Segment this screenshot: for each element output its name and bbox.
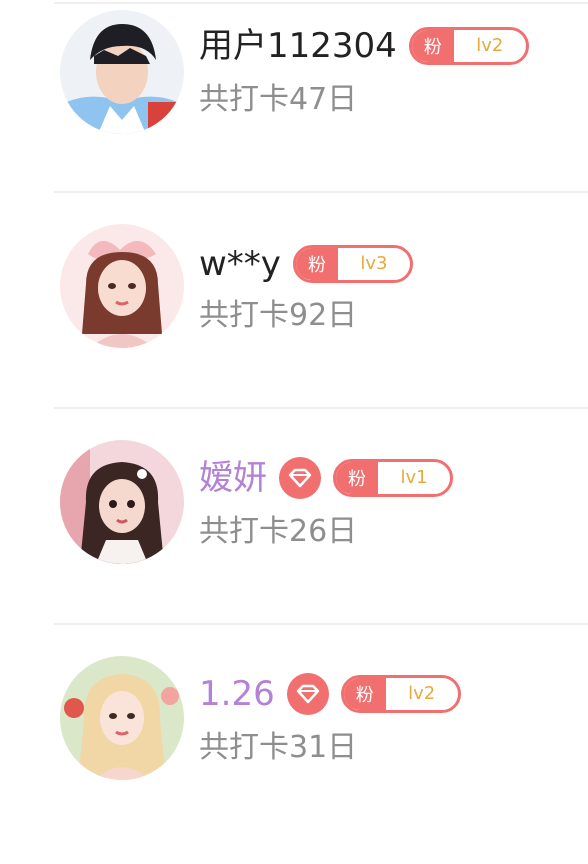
user-name[interactable]: w**y [199,240,281,288]
fan-level-badge: 粉 lv2 [340,675,461,713]
avatar[interactable] [60,224,184,348]
checkin-count: 共打卡31日 [199,730,358,765]
avatar-photo-boy-icon [60,10,184,134]
divider [54,407,588,409]
fan-level-badge: 粉 lv2 [408,27,529,65]
fan-badge-label: 粉 [411,30,454,62]
fan-badge-label: 粉 [295,248,338,280]
checkin-count: 共打卡26日 [199,514,358,549]
avatar-illustration-girl-bow-icon [60,224,184,348]
checkin-user-list: 用户112304 粉 lv2 共打卡47日 w**y 粉 lv3 共打卡92日 … [0,0,588,784]
avatar[interactable] [60,656,184,780]
vip-diamond-icon [286,673,329,715]
list-item[interactable]: 用户112304 粉 lv2 共打卡47日 [0,0,588,216]
fan-badge-level: lv2 [476,35,504,56]
list-item[interactable]: 嫒妍 粉 lv1 共打卡26日 [0,432,588,648]
avatar-photo-girl-blonde-icon [60,656,184,780]
user-name[interactable]: 用户112304 [199,22,397,70]
fan-badge-label: 粉 [336,462,378,494]
vip-diamond-icon [279,457,321,499]
fan-level-badge: 粉 lv1 [333,459,453,497]
checkin-count: 共打卡92日 [199,298,358,333]
divider [54,623,588,625]
fan-badge-level: lv3 [360,253,388,274]
fan-badge-level: lv1 [400,467,428,488]
avatar[interactable] [60,10,184,134]
divider [54,191,588,193]
user-name[interactable]: 1.26 [199,670,275,718]
list-item[interactable]: 1.26 粉 lv2 共打卡31日 [0,648,588,864]
user-name[interactable]: 嫒妍 [199,454,267,502]
fan-badge-label: 粉 [343,678,386,710]
checkin-count: 共打卡47日 [199,82,358,117]
avatar[interactable] [60,440,184,564]
fan-badge-level: lv2 [408,683,436,704]
avatar-illustration-girl-dark-hair-icon [60,440,184,564]
fan-level-badge: 粉 lv3 [292,245,413,283]
list-item[interactable]: w**y 粉 lv3 共打卡92日 [0,216,588,432]
